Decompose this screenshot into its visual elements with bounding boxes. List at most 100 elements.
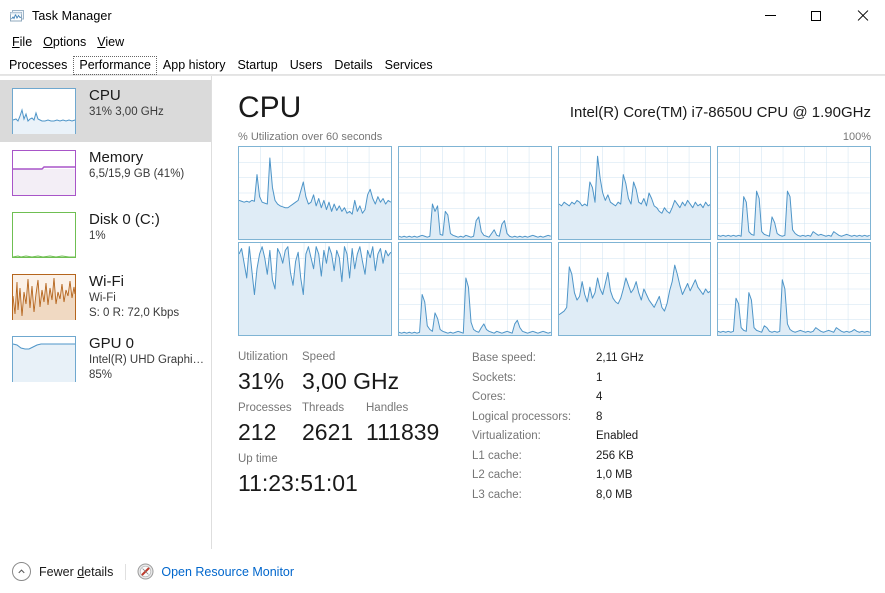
spec-l1-cache: L1 cache: 256 KB (472, 447, 871, 467)
title-bar: Task Manager (0, 0, 885, 31)
stats-row-2: Processes 212 Threads 2621 Handles 11183… (238, 400, 460, 451)
page-title: CPU (238, 91, 302, 124)
window-controls (747, 0, 885, 31)
menu-item-view[interactable]: View (93, 34, 131, 50)
tab-details[interactable]: Details (328, 56, 378, 75)
tab-app-history[interactable]: App history (157, 56, 232, 75)
spec-virtualization: Virtualization: Enabled (472, 427, 871, 447)
close-icon (857, 10, 868, 21)
chevron-up-icon (12, 562, 31, 581)
sidebar-item-wifi-text: Wi-Fi Wi-Fi S: 0 R: 72,0 Kbps (89, 272, 179, 321)
spec-l3-cache-key: L3 cache: (472, 488, 522, 501)
memory-thumbnail-graph (12, 150, 76, 196)
logical-processor-graphs[interactable] (238, 146, 871, 336)
tab-users[interactable]: Users (284, 56, 329, 75)
sidebar-item-gpu[interactable]: GPU 0 Intel(R) UHD Graphics ... 85% (0, 328, 211, 390)
sidebar-item-memory-sub: 6,5/15,9 GB (41%) (89, 168, 185, 180)
spec-l2-cache-key: L2 cache: (472, 469, 522, 481)
sidebar-item-disk-title: Disk 0 (C:) (89, 211, 160, 228)
spec-virtualization-value: Enabled (596, 430, 639, 442)
spec-logical-processors-value: 8 (596, 410, 603, 423)
open-resource-monitor-link[interactable]: Open Resource Monitor (137, 563, 294, 580)
resource-sidebar: CPU 31% 3,00 GHz Memory 6,5/15,9 GB (41%… (0, 76, 212, 549)
spec-l2-cache: L2 cache: 1,0 MB (472, 466, 871, 486)
sidebar-item-wifi-sub1: Wi-Fi (89, 292, 116, 304)
spec-sockets-value: 1 (596, 371, 603, 384)
sidebar-item-gpu-sub1: Intel(R) UHD Graphics ... (89, 354, 205, 366)
spec-l3-cache: L3 cache: 8,0 MB (472, 486, 871, 506)
stat-uptime: Up time 11:23:51:01 (238, 451, 358, 498)
tab-bar: Processes Performance App history Startu… (0, 53, 885, 75)
stat-uptime-label: Up time (238, 453, 278, 465)
sidebar-item-memory-title: Memory (89, 149, 144, 166)
sidebar-item-disk-sub: 1% (89, 230, 106, 242)
cpu-graph-6[interactable] (557, 242, 712, 336)
spec-sockets-key: Sockets: (472, 371, 517, 384)
spec-cores-key: Cores: (472, 391, 506, 403)
graph-max-label: 100% (842, 131, 871, 143)
stat-threads-label: Threads (302, 402, 345, 414)
menu-bar: File Options View (0, 31, 885, 53)
minimize-icon (764, 15, 776, 16)
fewer-details-label: Fewer details (39, 564, 114, 579)
spec-logical-processors-key: Logical processors: (472, 410, 572, 423)
sidebar-item-disk[interactable]: Disk 0 (C:) 1% (0, 204, 211, 266)
sidebar-item-wifi[interactable]: Wi-Fi Wi-Fi S: 0 R: 72,0 Kbps (0, 266, 211, 328)
spec-l2-cache-value: 1,0 MB (596, 469, 633, 481)
stat-utilization: Utilization 31% (238, 349, 302, 396)
tab-processes[interactable]: Processes (3, 56, 73, 75)
stat-handles-value: 111839 (366, 419, 440, 445)
cpu-thumbnail-graph (12, 88, 76, 134)
status-bar: Fewer details Open Resource Monitor (0, 549, 885, 593)
spec-logical-processors: Logical processors: 8 (472, 408, 871, 428)
cpu-graph-5[interactable] (397, 242, 552, 336)
stats-row-1: Utilization 31% Speed 3,00 GHz (238, 349, 460, 400)
stat-speed-label: Speed (302, 351, 336, 363)
sidebar-item-cpu-text: CPU 31% 3,00 GHz (89, 86, 164, 120)
detail-header: CPU Intel(R) Core(TM) i7-8650U CPU @ 1.9… (238, 76, 871, 126)
menu-item-file[interactable]: File (8, 34, 39, 50)
maximize-button[interactable] (793, 0, 839, 31)
footer-separator (125, 563, 127, 580)
spec-l1-cache-value: 256 KB (596, 449, 634, 462)
stat-speed: Speed 3,00 GHz (302, 349, 399, 396)
maximize-icon (811, 10, 821, 21)
cpu-graph-2[interactable] (557, 146, 712, 240)
cpu-graph-7[interactable] (717, 242, 871, 336)
cpu-graph-4[interactable] (238, 242, 392, 336)
menu-item-options[interactable]: Options (39, 34, 93, 50)
stats-row-3: Up time 11:23:51:01 (238, 451, 460, 498)
tab-startup[interactable]: Startup (231, 56, 283, 75)
sidebar-item-cpu-title: CPU (89, 87, 121, 104)
performance-detail-pane: CPU Intel(R) Core(TM) i7-8650U CPU @ 1.9… (212, 76, 885, 549)
window-title: Task Manager (32, 8, 112, 23)
cpu-model-label: Intel(R) Core(TM) i7-8650U CPU @ 1.90GHz (569, 104, 871, 121)
sidebar-item-cpu[interactable]: CPU 31% 3,00 GHz (0, 80, 211, 142)
task-manager-icon (8, 8, 24, 24)
stat-threads: Threads 2621 (302, 400, 366, 447)
minimize-button[interactable] (747, 0, 793, 31)
spec-l3-cache-value: 8,0 MB (596, 488, 633, 501)
tab-performance[interactable]: Performance (73, 56, 157, 75)
resource-monitor-label: Open Resource Monitor (161, 564, 295, 579)
tab-services[interactable]: Services (379, 56, 439, 75)
stat-utilization-value: 31% (238, 368, 285, 394)
wifi-thumbnail-graph (12, 274, 76, 320)
sidebar-item-wifi-sub2: S: 0 R: 72,0 Kbps (89, 307, 180, 319)
stat-utilization-label: Utilization (238, 351, 288, 363)
fewer-details-button[interactable]: Fewer details (12, 562, 113, 581)
stats-specs: Base speed: 2,11 GHz Sockets: 1 Cores: 4… (460, 349, 871, 505)
stat-uptime-value: 11:23:51:01 (238, 470, 358, 496)
sidebar-item-disk-text: Disk 0 (C:) 1% (89, 210, 160, 244)
resource-monitor-icon (137, 563, 154, 580)
sidebar-item-gpu-title: GPU 0 (89, 335, 135, 352)
sidebar-item-memory[interactable]: Memory 6,5/15,9 GB (41%) (0, 142, 211, 204)
cpu-graph-1[interactable] (397, 146, 552, 240)
stats-area: Utilization 31% Speed 3,00 GHz Processes… (238, 336, 871, 505)
spec-base-speed: Base speed: 2,11 GHz (472, 349, 871, 369)
stat-handles-label: Handles (366, 402, 409, 414)
close-button[interactable] (839, 0, 885, 31)
graph-caption: % Utilization over 60 seconds (238, 131, 383, 143)
cpu-graph-0[interactable] (238, 146, 392, 240)
cpu-graph-3[interactable] (717, 146, 871, 240)
